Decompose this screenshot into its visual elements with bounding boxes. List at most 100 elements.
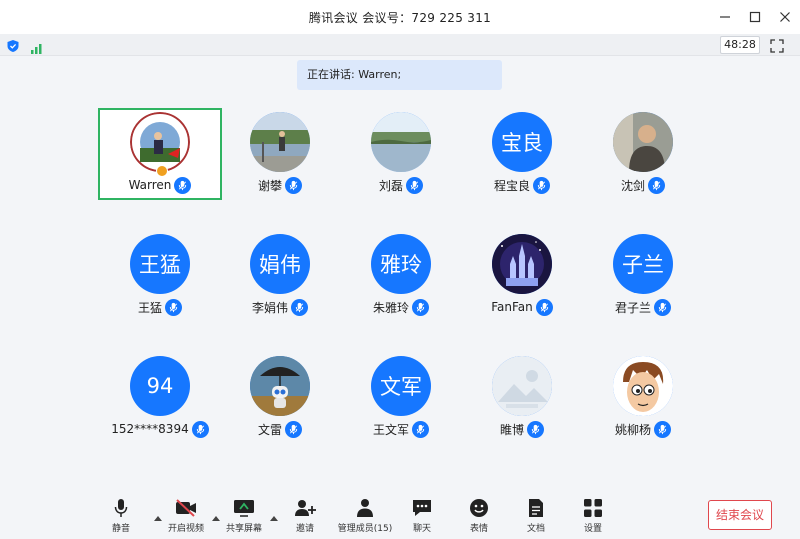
participant-name-row: 程宝良: [460, 176, 584, 194]
muted-microphone-icon: [406, 176, 423, 194]
video-off-icon: [175, 498, 197, 518]
participant-name: 王猛: [137, 300, 162, 315]
participant-name-row: 152****8394: [98, 420, 222, 438]
documents-button[interactable]: 文档: [506, 498, 566, 538]
settings-label: 设置: [583, 524, 602, 534]
muted-microphone-icon: [527, 420, 544, 438]
participant-tile[interactable]: 王猛 王猛: [98, 230, 222, 322]
participant-avatar-photo: [250, 112, 310, 172]
participant-name: 君子兰: [614, 300, 651, 315]
reaction-button[interactable]: 表情: [449, 498, 509, 538]
participant-avatar-photo: [130, 112, 190, 172]
participant-tile[interactable]: 94 152****8394: [98, 352, 222, 444]
participant-avatar-photo: [492, 356, 552, 416]
participant-name: 姚柳杨: [614, 422, 651, 437]
manage-members-button[interactable]: 管理成员(15): [333, 498, 397, 538]
participant-name-row: 刘磊: [339, 176, 463, 194]
share-screen-label: 共享屏幕: [225, 524, 262, 534]
participant-tile[interactable]: 文雷: [218, 352, 342, 444]
settings-button[interactable]: 设置: [563, 498, 623, 538]
participant-tile[interactable]: 娟伟 李娟伟: [218, 230, 342, 322]
muted-microphone-icon: [291, 298, 308, 316]
share-screen-icon: [233, 498, 255, 518]
participant-tile[interactable]: 刘磊: [339, 108, 463, 200]
participant-name-row: 文雷: [218, 420, 342, 438]
participant-tile[interactable]: 雅玲 朱雅玲: [339, 230, 463, 322]
participant-avatar-photo: [613, 112, 673, 172]
participant-name: 谢攀: [257, 178, 282, 193]
participant-tile[interactable]: 宝良 程宝良: [460, 108, 584, 200]
participant-name: 刘磊: [378, 178, 403, 193]
participant-name-row: 姚柳杨: [581, 420, 705, 438]
participant-name: FanFan: [491, 300, 533, 314]
start-video-button[interactable]: 开启视频: [156, 498, 216, 538]
muted-microphone-icon: [648, 176, 665, 194]
muted-microphone-icon: [285, 176, 302, 194]
participant-avatar-photo: [371, 112, 431, 172]
participant-avatar-photo: [613, 356, 673, 416]
muted-microphone-icon: [412, 420, 429, 438]
settings-grid-icon: [582, 498, 604, 518]
reaction-label: 表情: [469, 524, 488, 534]
participant-name-row: 谢攀: [218, 176, 342, 194]
participant-name-row: 君子兰: [581, 298, 705, 316]
muted-microphone-icon: [654, 298, 671, 316]
participant-name-row: 朱雅玲: [339, 298, 463, 316]
muted-microphone-icon: [533, 176, 550, 194]
add-user-icon: [294, 498, 316, 518]
muted-microphone-icon: [412, 298, 429, 316]
document-icon: [525, 498, 547, 518]
participant-name: 文雷: [257, 422, 282, 437]
invite-label: 邀请: [295, 524, 314, 534]
participant-avatar-initials: 94: [130, 356, 190, 416]
participant-name: Warren: [128, 178, 172, 192]
muted-microphone-icon: [165, 298, 182, 316]
participant-name: 王文军: [372, 422, 409, 437]
participant-avatar-initials: 文军: [371, 356, 431, 416]
share-screen-button[interactable]: 共享屏幕: [214, 498, 274, 538]
participant-name-row: FanFan: [460, 298, 584, 316]
muted-microphone-icon: [191, 420, 209, 438]
participant-tile[interactable]: 文军 王文军: [339, 352, 463, 444]
participant-name: 程宝良: [493, 178, 530, 193]
chat-button[interactable]: 聊天: [392, 498, 452, 538]
participant-tile[interactable]: 睢博: [460, 352, 584, 444]
mute-label: 静音: [111, 524, 130, 534]
start-video-label: 开启视频: [167, 524, 204, 534]
participant-tile[interactable]: 子兰 君子兰: [581, 230, 705, 322]
participant-name-row: 王猛: [98, 298, 222, 316]
participants-grid: Warren 谢攀 刘磊 宝良 程宝良 沈剑 王猛 王猛 娟伟 李娟伟 雅玲 朱雅玲 FanFan 子兰君…: [0, 0, 800, 470]
manage-members-label: 管理成员(15): [337, 524, 393, 534]
muted-microphone-icon: [654, 420, 671, 438]
muted-microphone-icon: [535, 298, 553, 316]
participant-avatar-photo: [492, 234, 552, 294]
end-meeting-button[interactable]: 结束会议: [708, 500, 772, 530]
participant-tile[interactable]: Warren: [98, 108, 222, 200]
participant-avatar-initials: 雅玲: [371, 234, 431, 294]
members-icon: [354, 498, 376, 518]
muted-microphone-icon: [285, 420, 302, 438]
participant-name: 睢博: [499, 422, 524, 437]
participant-tile[interactable]: 沈剑: [581, 108, 705, 200]
participant-avatar-initials: 王猛: [130, 234, 190, 294]
participant-tile[interactable]: FanFan: [460, 230, 584, 322]
participant-tile[interactable]: 谢攀: [218, 108, 342, 200]
chat-label: 聊天: [412, 524, 431, 534]
participant-name: 朱雅玲: [372, 300, 409, 315]
participant-avatar-initials: 宝良: [492, 112, 552, 172]
muted-microphone-icon: [174, 176, 192, 194]
participant-name-row: 王文军: [339, 420, 463, 438]
participant-name: 152****8394: [111, 422, 189, 436]
participant-name: 沈剑: [620, 178, 645, 193]
chat-icon: [411, 498, 433, 518]
mute-button[interactable]: 静音: [91, 498, 151, 538]
participant-name-row: 李娟伟: [218, 298, 342, 316]
invite-button[interactable]: 邀请: [275, 498, 335, 538]
participant-tile[interactable]: 姚柳杨: [581, 352, 705, 444]
documents-label: 文档: [526, 524, 545, 534]
participant-avatar-initials: 娟伟: [250, 234, 310, 294]
participant-name-row: 睢博: [460, 420, 584, 438]
microphone-icon: [110, 498, 132, 518]
participant-name-row: Warren: [100, 176, 220, 194]
participant-avatar-initials: 子兰: [613, 234, 673, 294]
